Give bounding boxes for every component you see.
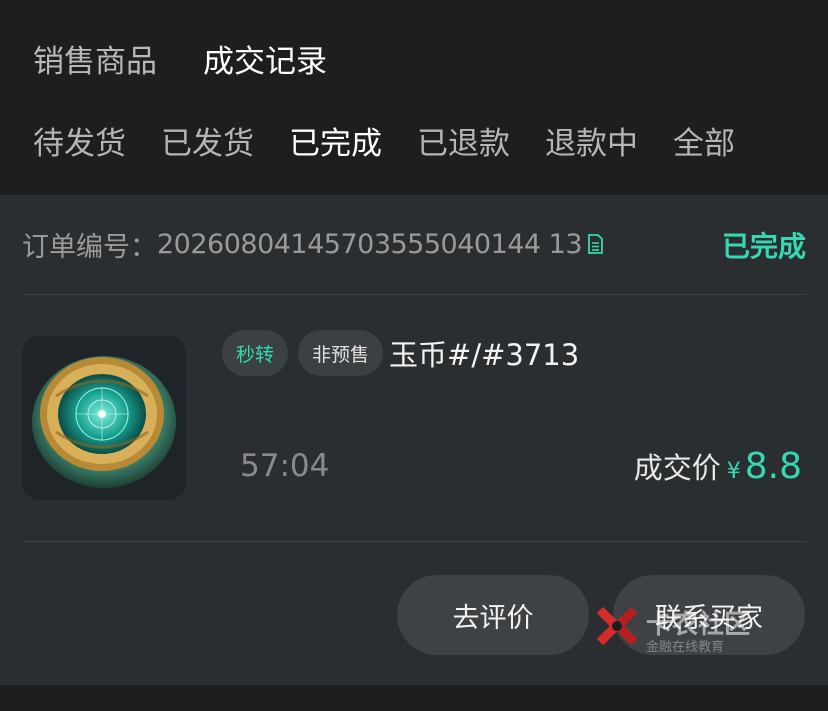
order-time: 57:04: [240, 448, 330, 484]
jade-coin-image[interactable]: [22, 336, 186, 500]
deal-price-value: 8.8: [744, 446, 802, 487]
order-number: 20260804145703555040144 13: [157, 228, 583, 260]
currency-symbol: ¥: [726, 459, 741, 484]
deal-price: 成交价 ¥ 8.8: [634, 445, 802, 487]
tab-deal-records[interactable]: 成交记录: [203, 36, 327, 81]
tab-refunded[interactable]: 已退款: [417, 118, 510, 163]
tab-header: 销售商品 成交记录 待发货 已发货 已完成 已退款 退款中 全部: [0, 0, 828, 195]
copy-icon[interactable]: [588, 234, 603, 254]
contact-buyer-button[interactable]: 联系买家: [613, 575, 805, 655]
tag-instant-transfer: 秒转: [222, 330, 289, 376]
tab-shipped[interactable]: 已发货: [161, 118, 254, 163]
deal-price-label: 成交价: [633, 451, 721, 485]
review-button[interactable]: 去评价: [397, 575, 589, 655]
primary-tabs: 销售商品 成交记录: [33, 36, 327, 81]
tab-sales-items[interactable]: 销售商品: [33, 36, 157, 81]
status-tabs: 待发货 已发货 已完成 已退款 退款中 全部: [33, 118, 735, 163]
tab-pending-shipment[interactable]: 待发货: [33, 118, 126, 163]
divider-top: [22, 294, 806, 295]
order-card: 订单编号： 20260804145703555040144 13 已完成 秒转 …: [0, 195, 828, 685]
item-title: 玉币#/#3713: [389, 338, 580, 372]
tab-refunding[interactable]: 退款中: [545, 118, 638, 163]
order-status: 已完成: [721, 230, 806, 263]
tab-all[interactable]: 全部: [673, 118, 735, 163]
tab-completed[interactable]: 已完成: [289, 118, 382, 163]
item-tags: 秒转 非预售 玉币#/#3713: [222, 330, 579, 376]
order-number-row: 订单编号： 20260804145703555040144 13 已完成: [22, 221, 806, 267]
order-number-label: 订单编号：: [22, 231, 157, 263]
tag-non-presale: 非预售: [298, 330, 384, 376]
divider-bottom: [22, 541, 806, 542]
